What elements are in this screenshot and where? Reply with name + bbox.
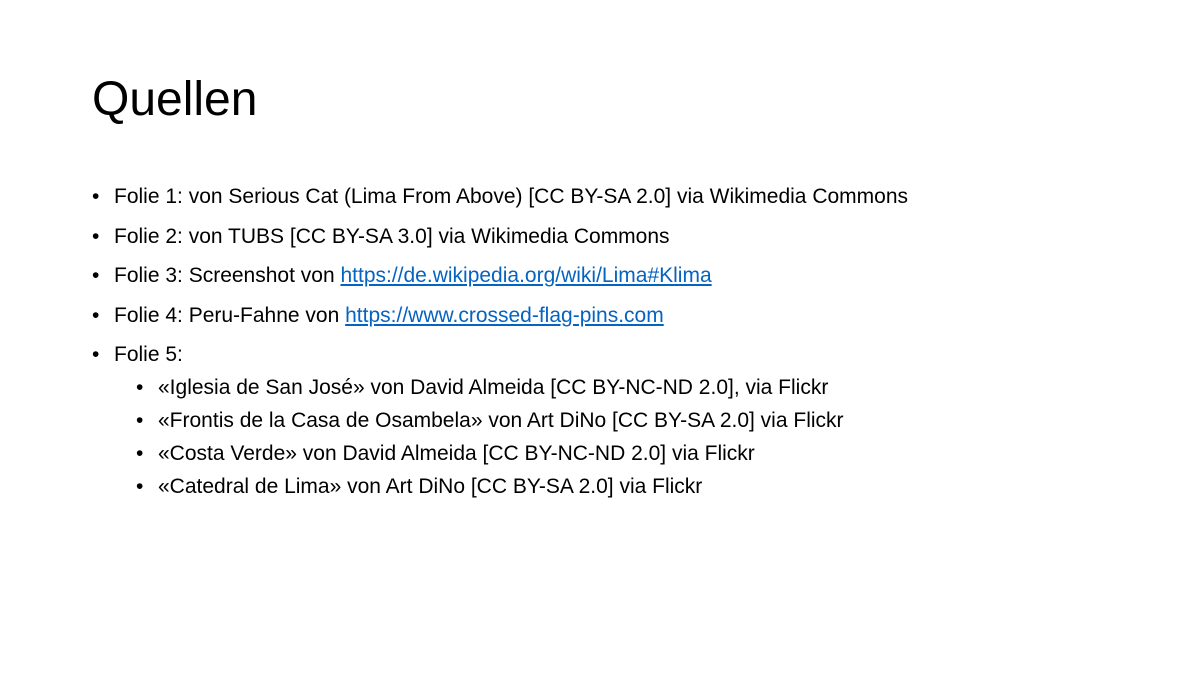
bullet-icon: • <box>92 343 100 366</box>
source-text: Folie 1: von Serious Cat (Lima From Abov… <box>114 185 909 208</box>
subsource-text: «Iglesia de San José» von David Almeida … <box>158 376 829 399</box>
crossed-flag-pins-link[interactable]: https://www.crossed-flag-pins.com <box>345 304 664 327</box>
subsource-item: • «Costa Verde» von David Almeida [CC BY… <box>136 439 1112 469</box>
bullet-icon: • <box>92 264 100 287</box>
folie-5-sublist: • «Iglesia de San José» von David Almeid… <box>114 373 1112 502</box>
bullet-icon: • <box>136 475 144 498</box>
wikipedia-lima-link[interactable]: https://de.wikipedia.org/wiki/Lima#Klima <box>340 264 711 287</box>
bullet-icon: • <box>92 303 100 327</box>
bullet-icon: • <box>136 409 144 432</box>
sources-list-container: • Folie 1: von Serious Cat (Lima From Ab… <box>92 182 1112 512</box>
slide-title: Quellen <box>92 73 258 126</box>
sources-list: • Folie 1: von Serious Cat (Lima From Ab… <box>92 182 1112 502</box>
source-text: Folie 5: <box>114 343 183 366</box>
bullet-icon: • <box>136 376 144 399</box>
source-text: Folie 3: Screenshot von <box>114 264 341 287</box>
source-item-folie-5: • Folie 5: • «Iglesia de San José» von D… <box>92 340 1112 502</box>
source-text: Folie 4: Peru-Fahne von <box>114 303 346 327</box>
bullet-icon: • <box>92 185 100 208</box>
subsource-item: • «Catedral de Lima» von Art DiNo [CC BY… <box>136 472 1112 502</box>
subsource-text: «Frontis de la Casa de Osambela» von Art… <box>158 409 844 432</box>
bullet-icon: • <box>136 442 144 465</box>
source-item-folie-3: • Folie 3: Screenshot von https://de.wik… <box>92 261 1112 291</box>
source-item-folie-1: • Folie 1: von Serious Cat (Lima From Ab… <box>92 182 1112 212</box>
subsource-item: • «Iglesia de San José» von David Almeid… <box>136 373 1112 403</box>
subsource-text: «Costa Verde» von David Almeida [CC BY-N… <box>158 442 755 465</box>
subsource-text: «Catedral de Lima» von Art DiNo [CC BY-S… <box>158 475 703 498</box>
source-item-folie-2: • Folie 2: von TUBS [CC BY-SA 3.0] via W… <box>92 222 1112 252</box>
source-item-folie-4: • Folie 4: Peru-Fahne von https://www.cr… <box>92 301 1112 331</box>
slide: Quellen • Folie 1: von Serious Cat (Lima… <box>0 0 1200 675</box>
bullet-icon: • <box>92 224 100 248</box>
source-text: Folie 2: von TUBS [CC BY-SA 3.0] via Wik… <box>114 224 670 248</box>
subsource-item: • «Frontis de la Casa de Osambela» von A… <box>136 406 1112 436</box>
